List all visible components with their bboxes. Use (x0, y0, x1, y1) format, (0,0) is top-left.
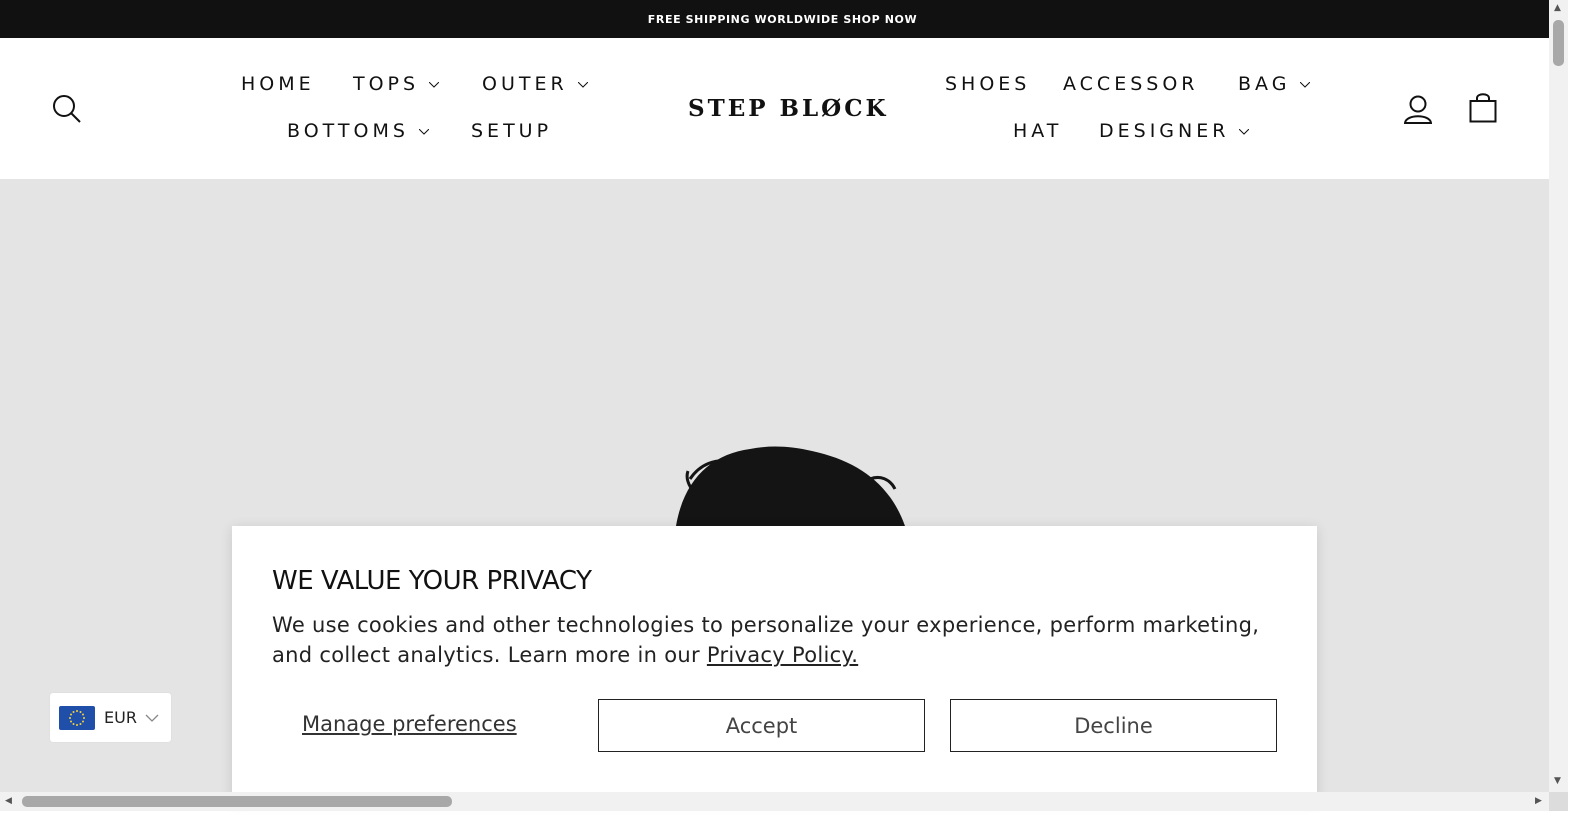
cookie-body: We use cookies and other technologies to… (272, 610, 1272, 670)
vertical-scrollbar[interactable] (1549, 0, 1568, 792)
horizontal-scroll-thumb[interactable] (22, 796, 452, 807)
site-logo[interactable]: STEP BLØCK (688, 95, 889, 122)
cookie-consent-banner: WE VALUE YOUR PRIVACY We use cookies and… (232, 526, 1317, 801)
nav-bottoms[interactable]: BOTTOMS (287, 120, 429, 142)
cookie-title: WE VALUE YOUR PRIVACY (272, 566, 592, 596)
announcement-text[interactable]: FREE SHIPPING WORLDWIDE SHOP NOW (648, 13, 917, 26)
scroll-right-arrow-icon[interactable]: ▶ (1535, 797, 1542, 806)
nav-accessor-label: ACCESSOR (1063, 73, 1199, 95)
chevron-down-icon (577, 81, 588, 88)
nav-hat[interactable]: HAT (1013, 120, 1062, 142)
nav-tops-label: TOPS (353, 73, 420, 95)
announcement-bar[interactable]: FREE SHIPPING WORLDWIDE SHOP NOW (0, 0, 1565, 38)
scroll-up-arrow-icon[interactable]: ▲ (1554, 4, 1561, 13)
decline-button[interactable]: Decline (950, 699, 1277, 752)
chevron-down-icon (145, 714, 159, 722)
chevron-down-icon (418, 128, 429, 135)
chevron-down-icon (1239, 128, 1250, 135)
nav-home-label: HOME (241, 73, 315, 95)
nav-outer[interactable]: OUTER (482, 73, 588, 95)
accept-button[interactable]: Accept (598, 699, 925, 752)
nav-designer[interactable]: DESIGNER (1099, 120, 1250, 142)
nav-bag[interactable]: BAG (1238, 73, 1311, 95)
account-icon[interactable] (1403, 94, 1433, 128)
eu-flag-icon (59, 705, 95, 730)
scroll-down-arrow-icon[interactable]: ▼ (1554, 777, 1561, 786)
chevron-down-icon (429, 81, 440, 88)
scroll-left-arrow-icon[interactable]: ◀ (5, 797, 12, 806)
vertical-scroll-thumb[interactable] (1553, 20, 1564, 66)
nav-home[interactable]: HOME (241, 73, 315, 95)
nav-accessor[interactable]: ACCESSOR (1063, 73, 1198, 95)
manage-preferences-button[interactable]: Manage preferences (302, 712, 517, 736)
nav-designer-label: DESIGNER (1099, 120, 1230, 142)
currency-code: EUR (104, 708, 137, 727)
nav-hat-label: HAT (1013, 120, 1063, 142)
nav-shoes-label: SHOES (945, 73, 1031, 95)
nav-outer-label: OUTER (482, 73, 568, 95)
chevron-down-icon (1300, 81, 1311, 88)
nav-setup-label: SETUP (471, 120, 553, 142)
nav-tops[interactable]: TOPS (353, 73, 440, 95)
nav-bottoms-label: BOTTOMS (287, 120, 409, 142)
currency-selector[interactable]: EUR (50, 693, 171, 742)
scrollbar-corner (1549, 792, 1568, 811)
nav-setup[interactable]: SETUP (471, 120, 552, 142)
site-header: HOME TOPS OUTER BOTTOMS SETUP STEP BLØCK… (0, 38, 1565, 179)
nav-bag-label: BAG (1238, 73, 1291, 95)
nav-shoes[interactable]: SHOES (945, 73, 1030, 95)
search-icon[interactable] (52, 94, 82, 128)
cart-bag-icon[interactable] (1469, 93, 1497, 127)
privacy-policy-link[interactable]: Privacy Policy. (707, 643, 858, 667)
